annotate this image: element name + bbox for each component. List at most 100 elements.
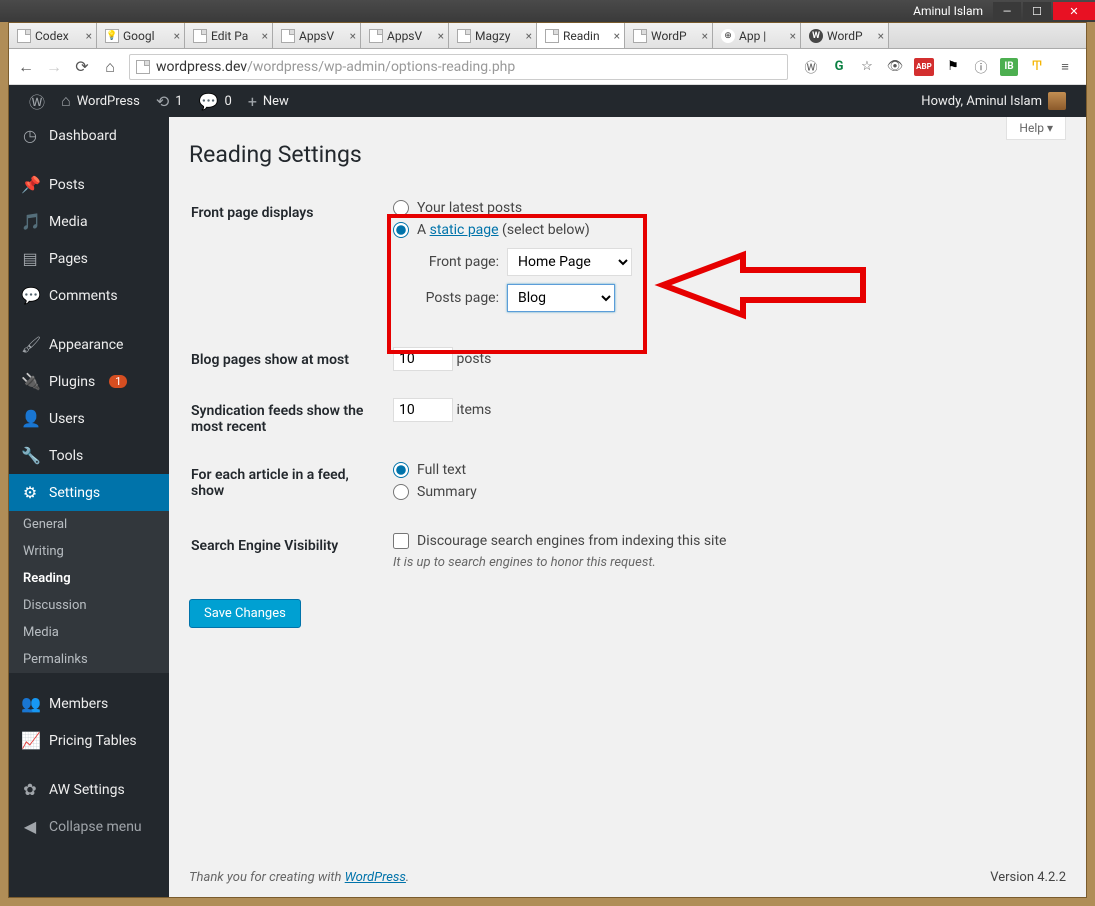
label-posts-page: Posts page: bbox=[417, 290, 499, 306]
info-ext-icon[interactable]: ⓘ bbox=[972, 58, 990, 76]
menu-icon[interactable]: ≡ bbox=[1056, 58, 1074, 76]
static-page-link[interactable]: static page bbox=[430, 222, 499, 238]
tt-ext-icon[interactable]: Ͳ bbox=[1028, 58, 1046, 76]
option-full-text[interactable]: Full text bbox=[393, 462, 1054, 478]
radio-summary[interactable] bbox=[393, 484, 409, 500]
wp-logo-menu[interactable]: Ⓦ bbox=[21, 85, 53, 117]
help-tab[interactable]: Help ▾ bbox=[1006, 117, 1066, 140]
select-front-page[interactable]: Home Page bbox=[507, 248, 632, 276]
star-icon[interactable]: ☆ bbox=[858, 58, 876, 76]
option-latest-posts[interactable]: Your latest posts bbox=[393, 200, 1054, 216]
browser-tab[interactable]: Magzy× bbox=[449, 23, 537, 48]
plugin-icon: 🔌 bbox=[21, 372, 39, 391]
window-close-button[interactable]: ✕ bbox=[1053, 2, 1095, 20]
wordpress-ext-icon[interactable]: Ⓦ bbox=[802, 58, 820, 76]
new-content-menu[interactable]: +New bbox=[240, 85, 297, 117]
wordpress-link[interactable]: WordPress bbox=[345, 870, 406, 885]
comments-menu[interactable]: 💬0 bbox=[191, 85, 240, 117]
plus-icon: + bbox=[248, 92, 257, 111]
radio-full-text[interactable] bbox=[393, 462, 409, 478]
ib-ext-icon[interactable]: IB bbox=[1000, 58, 1018, 76]
tab-close-icon[interactable]: × bbox=[878, 29, 884, 43]
account-menu[interactable]: Howdy, Aminul Islam bbox=[913, 85, 1074, 117]
tab-close-icon[interactable]: × bbox=[438, 29, 444, 43]
browser-tab[interactable]: 💡Googl× bbox=[97, 23, 185, 48]
plugins-badge: 1 bbox=[109, 375, 127, 388]
submenu-writing[interactable]: Writing bbox=[9, 538, 169, 565]
tab-favicon-icon bbox=[17, 29, 31, 43]
submenu-media[interactable]: Media bbox=[9, 619, 169, 646]
menu-plugins[interactable]: 🔌Plugins1 bbox=[9, 363, 169, 400]
tab-close-icon[interactable]: × bbox=[614, 29, 620, 43]
menu-pages[interactable]: ▤Pages bbox=[9, 240, 169, 277]
tab-close-icon[interactable]: × bbox=[526, 29, 532, 43]
browser-tab[interactable]: Edit Pa× bbox=[185, 23, 273, 48]
tab-close-icon[interactable]: × bbox=[702, 29, 708, 43]
howdy-text: Howdy, Aminul Islam bbox=[921, 94, 1042, 109]
nav-reload-button[interactable]: ⟳ bbox=[73, 58, 91, 76]
menu-pricing-tables[interactable]: 📈Pricing Tables bbox=[9, 722, 169, 759]
site-name-menu[interactable]: ⌂WordPress bbox=[53, 85, 148, 117]
menu-settings[interactable]: ⚙Settings bbox=[9, 474, 169, 511]
tab-title: Readin bbox=[563, 29, 610, 43]
tab-title: WordP bbox=[651, 29, 698, 43]
submenu-reading[interactable]: Reading bbox=[9, 565, 169, 592]
menu-users[interactable]: 👤Users bbox=[9, 400, 169, 437]
nav-home-button[interactable]: ⌂ bbox=[101, 58, 119, 76]
submenu-discussion[interactable]: Discussion bbox=[9, 592, 169, 619]
menu-members[interactable]: 👥Members bbox=[9, 685, 169, 722]
menu-aw-settings[interactable]: ✿AW Settings bbox=[9, 771, 169, 808]
input-posts-per-page[interactable] bbox=[393, 347, 453, 371]
menu-posts[interactable]: 📌Posts bbox=[9, 166, 169, 203]
nav-forward-button[interactable]: → bbox=[45, 58, 63, 76]
tab-close-icon[interactable]: × bbox=[790, 29, 796, 43]
browser-tab[interactable]: AppsV× bbox=[273, 23, 361, 48]
chart-icon: 📈 bbox=[21, 731, 39, 750]
tab-close-icon[interactable]: × bbox=[86, 29, 92, 43]
menu-comments[interactable]: 💬Comments bbox=[9, 277, 169, 314]
option-discourage[interactable]: Discourage search engines from indexing … bbox=[393, 533, 1054, 549]
updates-menu[interactable]: ⟲1 bbox=[148, 85, 191, 117]
tab-title: Googl bbox=[123, 29, 170, 43]
content-area: Help ▾ Reading Settings Front page displ… bbox=[169, 117, 1086, 897]
browser-tab[interactable]: WWordP× bbox=[801, 23, 889, 48]
tab-favicon-icon bbox=[457, 29, 471, 43]
browser-tab[interactable]: ⊕App |× bbox=[713, 23, 801, 48]
browser-tab[interactable]: AppsV× bbox=[361, 23, 449, 48]
updates-count: 1 bbox=[175, 94, 182, 109]
window-maximize-button[interactable]: ☐ bbox=[1023, 2, 1051, 20]
option-summary[interactable]: Summary bbox=[393, 484, 1054, 500]
radio-latest-posts[interactable] bbox=[393, 200, 409, 216]
checkbox-discourage[interactable] bbox=[393, 533, 409, 549]
save-button[interactable]: Save Changes bbox=[189, 599, 301, 628]
collapse-menu[interactable]: ◀Collapse menu bbox=[9, 808, 169, 845]
menu-media[interactable]: 🎵Media bbox=[9, 203, 169, 240]
select-posts-page[interactable]: Blog bbox=[507, 284, 615, 312]
tab-close-icon[interactable]: × bbox=[174, 29, 180, 43]
url-bar[interactable]: wordpress.dev/wordpress/wp-admin/options… bbox=[129, 54, 788, 80]
nav-back-button[interactable]: ← bbox=[17, 58, 35, 76]
eye-ext-icon[interactable]: 👁 bbox=[886, 58, 904, 76]
browser-tab[interactable]: WordP × bbox=[625, 23, 713, 48]
flag-ext-icon[interactable]: ⚑ bbox=[944, 58, 962, 76]
browser-tab[interactable]: Codex× bbox=[9, 23, 97, 48]
g-ext-icon[interactable]: G bbox=[830, 58, 848, 76]
menu-appearance[interactable]: 🖌Appearance bbox=[9, 326, 169, 363]
menu-dashboard[interactable]: ◷Dashboard bbox=[9, 117, 169, 154]
window-minimize-button[interactable]: — bbox=[993, 2, 1021, 20]
submenu-permalinks[interactable]: Permalinks bbox=[9, 646, 169, 673]
input-posts-per-rss[interactable] bbox=[393, 398, 453, 422]
tab-favicon-icon bbox=[545, 29, 559, 43]
wordpress-logo-icon: Ⓦ bbox=[29, 89, 45, 113]
tab-close-icon[interactable]: × bbox=[350, 29, 356, 43]
radio-static-page[interactable] bbox=[393, 222, 409, 238]
menu-tools[interactable]: 🔧Tools bbox=[9, 437, 169, 474]
media-icon: 🎵 bbox=[21, 212, 39, 231]
tab-favicon-icon bbox=[281, 29, 295, 43]
comment-icon: 💬 bbox=[199, 92, 219, 111]
adblock-ext-icon[interactable]: ABP bbox=[914, 58, 934, 76]
browser-tab[interactable]: Readin × bbox=[537, 23, 625, 49]
submenu-general[interactable]: General bbox=[9, 511, 169, 538]
tab-close-icon[interactable]: × bbox=[262, 29, 268, 43]
option-static-page[interactable]: A static page (select below) bbox=[393, 222, 1054, 238]
